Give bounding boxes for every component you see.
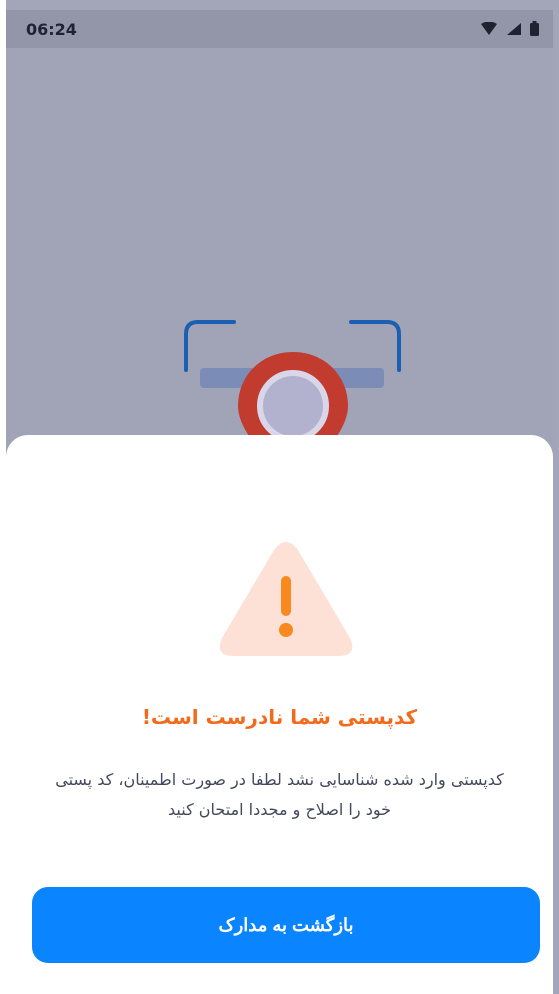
error-bottom-sheet: کدپستی شما نادرست است! کدپستی وارد شده ش… bbox=[6, 435, 553, 994]
error-message: کدپستی وارد شده شناسایی نشد لطفا در صورت… bbox=[55, 770, 504, 819]
warning-icon bbox=[219, 542, 353, 656]
status-bar: 06:24 bbox=[6, 10, 553, 48]
status-icons bbox=[480, 21, 539, 36]
error-title: کدپستی شما نادرست است! bbox=[141, 705, 418, 729]
signal-icon bbox=[507, 22, 521, 35]
back-to-documents-button[interactable]: بازگشت به مدارک bbox=[32, 887, 540, 963]
status-time: 06:24 bbox=[26, 20, 77, 39]
wifi-icon bbox=[481, 21, 497, 35]
battery-icon bbox=[530, 21, 539, 36]
